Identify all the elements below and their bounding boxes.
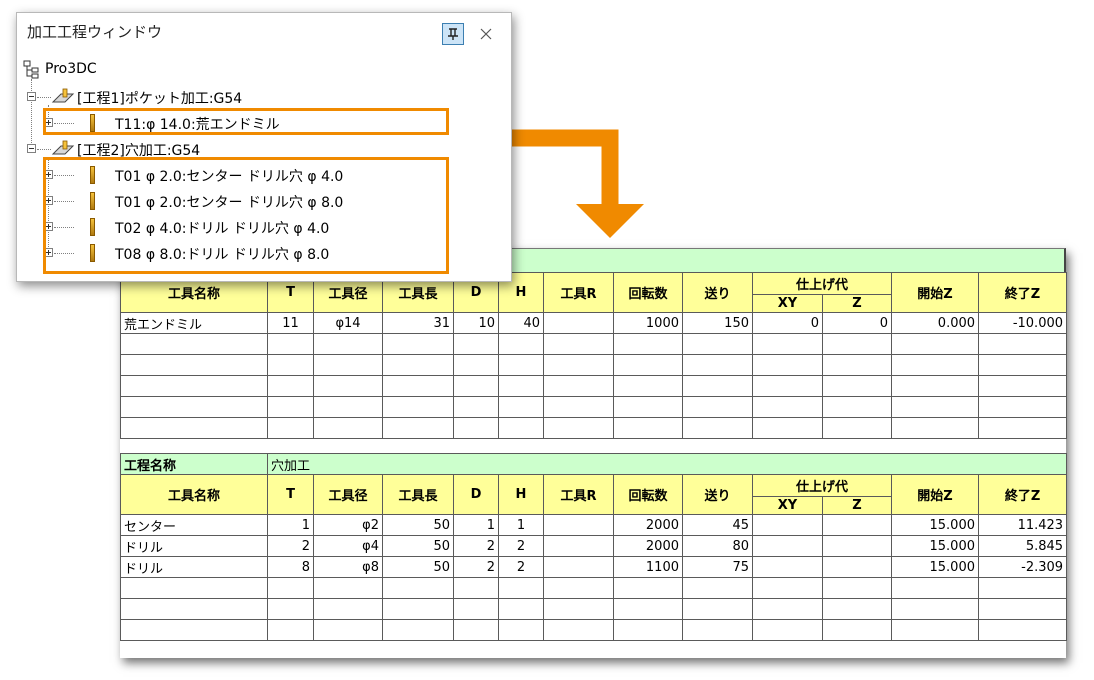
- process-icon: [51, 88, 75, 103]
- highlight-box: [43, 157, 449, 274]
- process-window: 加工工程ウィンドウ Pro3DC [工程1]ポケット加工:G54 T11:φ 1…: [16, 12, 512, 282]
- tree-root-icon: [23, 60, 39, 79]
- tree-connector: [37, 149, 51, 150]
- highlight-box: [43, 108, 449, 135]
- pin-icon: [448, 28, 458, 40]
- pin-button[interactable]: [442, 23, 464, 45]
- window-title: 加工工程ウィンドウ: [27, 23, 163, 41]
- tree-process-1[interactable]: [工程1]ポケット加工:G54: [77, 88, 242, 108]
- tree-connector: [31, 79, 32, 149]
- close-icon: [480, 28, 492, 40]
- collapse-toggle[interactable]: [27, 144, 36, 153]
- tree-root[interactable]: Pro3DC: [45, 61, 97, 77]
- process-icon: [51, 140, 75, 155]
- close-button[interactable]: [475, 23, 497, 45]
- tree-connector: [37, 97, 51, 98]
- collapse-toggle[interactable]: [27, 92, 36, 101]
